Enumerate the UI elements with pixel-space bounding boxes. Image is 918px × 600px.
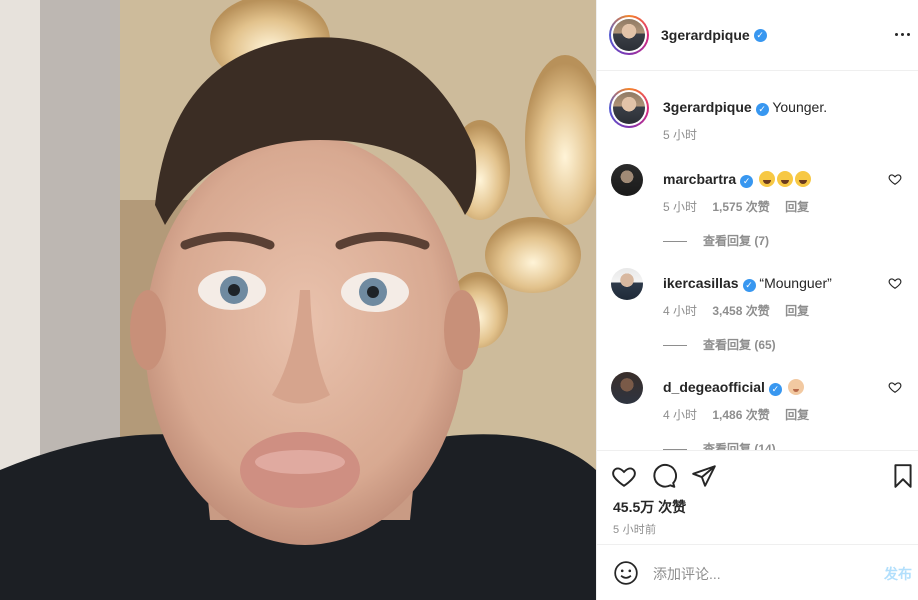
reply-button[interactable]: 回复 [785,408,809,422]
comment-likes[interactable]: 1,486 次赞 [712,408,769,422]
bookmark-icon[interactable] [890,463,916,489]
baby-emoji-icon [787,379,804,395]
comment-author[interactable]: marcbartra [663,171,736,187]
caption-author[interactable]: 3gerardpique [663,99,752,115]
verified-badge-icon: ✓ [742,279,756,292]
comment-meta: 4 小时 1,486 次赞 回复 [663,406,821,423]
commenter-avatar[interactable] [611,372,643,404]
comment-author[interactable]: d_degeaofficial [663,379,765,395]
comment-time[interactable]: 4 小时 [663,408,697,422]
paper-plane-icon[interactable] [691,463,717,489]
comment-likes[interactable]: 1,575 次赞 [712,200,769,214]
comment-likes[interactable]: 3,458 次赞 [712,304,769,318]
post-comment-button[interactable]: 发布 [884,564,912,584]
post-sidebar: 3gerardpique ✓ 3gerardpique ✓ Younger. 5 … [596,0,918,600]
view-replies-label: 查看回复 (14) [703,442,776,450]
comment-input[interactable]: 添加评论... [653,564,721,584]
laughing-emoji-icon [759,171,776,187]
comment-text: “Mounguer” [759,275,832,291]
verified-badge-icon: ✓ [768,383,782,396]
verified-badge-icon: ✓ [740,175,754,188]
view-replies-button[interactable]: 查看回复 (65) [663,336,776,353]
view-replies-label: 查看回复 (7) [703,234,770,248]
replies-divider [663,241,687,243]
laughing-emoji-icon [795,171,812,187]
smile-icon[interactable] [613,560,639,586]
caption-avatar[interactable] [609,88,649,128]
comment-meta: 5 小时 1,575 次赞 回复 [663,198,821,215]
caption-meta: 5 小时 [663,126,709,143]
view-replies-button[interactable]: 查看回复 (14) [663,440,776,450]
posted-time[interactable]: 5 小时前 [613,521,656,537]
avatar [613,19,645,51]
comment-like-heart-icon[interactable] [888,380,902,394]
verified-badge-icon: ✓ [753,28,767,42]
author-username[interactable]: 3gerardpique [661,27,750,43]
comments-list[interactable]: 3gerardpique ✓ Younger. 5 小时 marcbartra ✓ … [597,72,918,450]
avatar [613,92,645,124]
post-photo[interactable] [0,0,596,600]
comment-icon[interactable] [651,463,677,489]
selfie-image [0,0,596,600]
commenter-avatar[interactable] [611,268,643,300]
comment-time[interactable]: 4 小时 [663,304,697,318]
post-dialog: 3gerardpique ✓ 3gerardpique ✓ Younger. 5 … [0,0,918,600]
view-replies-label: 查看回复 (65) [703,338,776,352]
comment-like-heart-icon[interactable] [888,276,902,290]
add-comment-bar: 添加评论... 发布 [597,544,918,600]
laughing-emoji-icon [777,171,794,187]
post-actions: 45.5万 次赞 5 小时前 [597,450,918,544]
more-options-icon[interactable] [892,24,912,44]
comment-meta: 4 小时 3,458 次赞 回复 [663,302,821,319]
author-avatar[interactable] [609,15,649,55]
heart-icon[interactable] [611,463,637,489]
verified-badge-icon: ✓ [755,103,769,116]
commenter-avatar[interactable] [611,164,643,196]
post-header: 3gerardpique ✓ [597,0,918,71]
replies-divider [663,345,687,347]
view-replies-button[interactable]: 查看回复 (7) [663,232,769,249]
comment-time[interactable]: 5 小时 [663,200,697,214]
comment-like-heart-icon[interactable] [888,172,902,186]
reply-button[interactable]: 回复 [785,304,809,318]
likes-count[interactable]: 45.5万 次赞 [613,497,686,517]
reply-button[interactable]: 回复 [785,200,809,214]
caption-text: Younger. [772,99,828,115]
comment-author[interactable]: ikercasillas [663,275,739,291]
caption-time[interactable]: 5 小时 [663,128,697,142]
